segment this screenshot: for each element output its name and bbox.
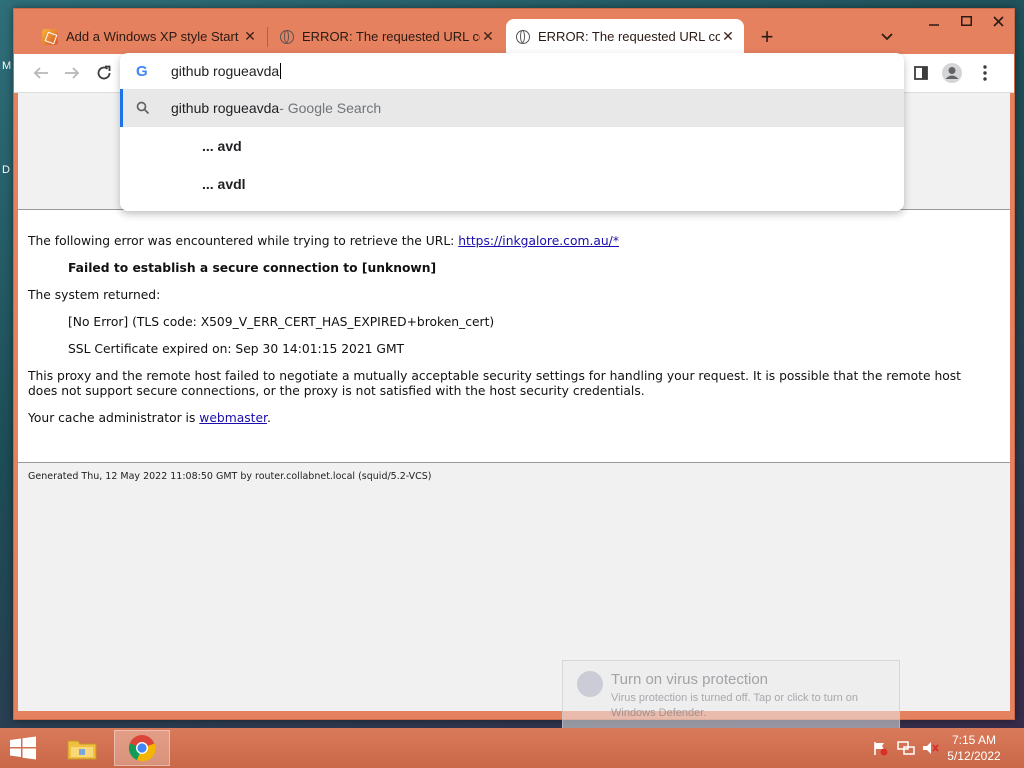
admin-suffix: .: [266, 411, 271, 425]
omnibox-suggestion[interactable]: ... avdl: [120, 165, 904, 203]
file-explorer-icon[interactable]: [54, 730, 110, 766]
error-url-prefix: The following error was encountered whil…: [28, 234, 459, 248]
notification-body: Virus protection is turned off. Tap or c…: [611, 692, 859, 719]
tab-error-active[interactable]: ERROR: The requested URL could ✕: [506, 19, 744, 54]
back-button[interactable]: [28, 60, 54, 86]
text-caret: [280, 63, 282, 79]
menu-dots-icon[interactable]: [972, 60, 998, 86]
address-bar[interactable]: G github rogueavda: [120, 53, 904, 89]
chrome-icon[interactable]: [114, 730, 170, 766]
system-clock[interactable]: 7:15 AM 5/12/2022: [944, 732, 1004, 764]
tab-title: ERROR: The requested URL could: [538, 29, 720, 44]
page-footer: Generated Thu, 12 May 2022 11:08:50 GMT …: [28, 471, 432, 482]
omnibox-suggestion[interactable]: github rogueavda - Google Search: [120, 89, 904, 127]
tab-title: ERROR: The requested URL could: [302, 29, 480, 44]
profile-avatar-icon[interactable]: [939, 60, 965, 86]
volume-muted-icon[interactable]: [922, 740, 939, 756]
ssl-expiry-text: SSL Certificate expired on: Sep 30 14:01…: [68, 342, 405, 356]
proxy-message: This proxy and the remote host failed to…: [28, 369, 961, 398]
network-icon[interactable]: [897, 740, 915, 756]
close-window-button[interactable]: [982, 9, 1014, 33]
globe-icon: [280, 29, 294, 44]
start-button[interactable]: [8, 736, 40, 760]
google-g-icon: G: [136, 63, 148, 80]
minimize-button[interactable]: [918, 9, 950, 33]
omnibox-dropdown: G github rogueavda github rogueavda - Go…: [120, 53, 904, 211]
address-input[interactable]: github rogueavda: [171, 63, 282, 79]
webmaster-link[interactable]: webmaster: [199, 411, 267, 425]
close-icon[interactable]: ✕: [242, 28, 258, 45]
suggestion-text: github rogueavda: [171, 100, 280, 116]
clock-time: 7:15 AM: [951, 733, 997, 747]
taskbar: 7:15 AM 5/12/2022: [0, 728, 1024, 768]
globe-icon: [516, 29, 530, 44]
tab-xp-start-menu[interactable]: Add a Windows XP style Start Me ✕: [32, 19, 266, 54]
desktop-edge-label: M: [2, 60, 12, 72]
defender-notification[interactable]: Turn on virus protection Virus protectio…: [562, 660, 900, 730]
omnibox-suggestion[interactable]: ... avd: [120, 127, 904, 165]
desktop-edge-label: D: [2, 164, 10, 176]
address-input-value: github rogueavda: [171, 63, 280, 79]
tab-separator: [267, 27, 268, 47]
error-url-link[interactable]: https://inkgalore.com.au/*: [458, 234, 619, 248]
suggestion-text: ... avd: [202, 138, 242, 154]
admin-prefix: Your cache administrator is: [28, 411, 200, 425]
error-panel: The following error was encountered whil…: [18, 209, 1010, 463]
tab-search-button[interactable]: [874, 24, 900, 50]
action-center-flag-icon[interactable]: [872, 740, 888, 756]
search-icon: [136, 101, 152, 117]
close-icon[interactable]: ✕: [480, 28, 496, 45]
system-returned-label: The system returned:: [28, 288, 161, 302]
window-controls: [918, 9, 1014, 37]
admin-line: Your cache administrator is webmaster.: [28, 411, 994, 426]
tls-error-text: [No Error] (TLS code: X509_V_ERR_CERT_HA…: [68, 315, 495, 329]
suggestion-suffix: - Google Search: [279, 100, 382, 116]
suggestion-text: ... avdl: [202, 176, 246, 192]
reload-button[interactable]: [91, 60, 117, 86]
notification-title: Turn on virus protection: [611, 671, 769, 688]
clock-date: 5/12/2022: [947, 749, 1001, 763]
xp-favicon-icon: [42, 28, 58, 45]
side-panel-icon[interactable]: [908, 60, 934, 86]
shield-icon: [577, 671, 603, 697]
tab-strip: Add a Windows XP style Start Me ✕ ERROR:…: [14, 9, 1014, 54]
maximize-button[interactable]: [950, 9, 982, 33]
error-url-line: The following error was encountered whil…: [28, 234, 994, 249]
new-tab-button[interactable]: +: [754, 24, 780, 50]
error-heading: Failed to establish a secure connection …: [68, 261, 437, 275]
close-icon[interactable]: ✕: [720, 28, 736, 45]
tab-error-1[interactable]: ERROR: The requested URL could ✕: [270, 19, 504, 54]
tab-title: Add a Windows XP style Start Me: [66, 29, 242, 44]
forward-button[interactable]: [59, 60, 85, 86]
